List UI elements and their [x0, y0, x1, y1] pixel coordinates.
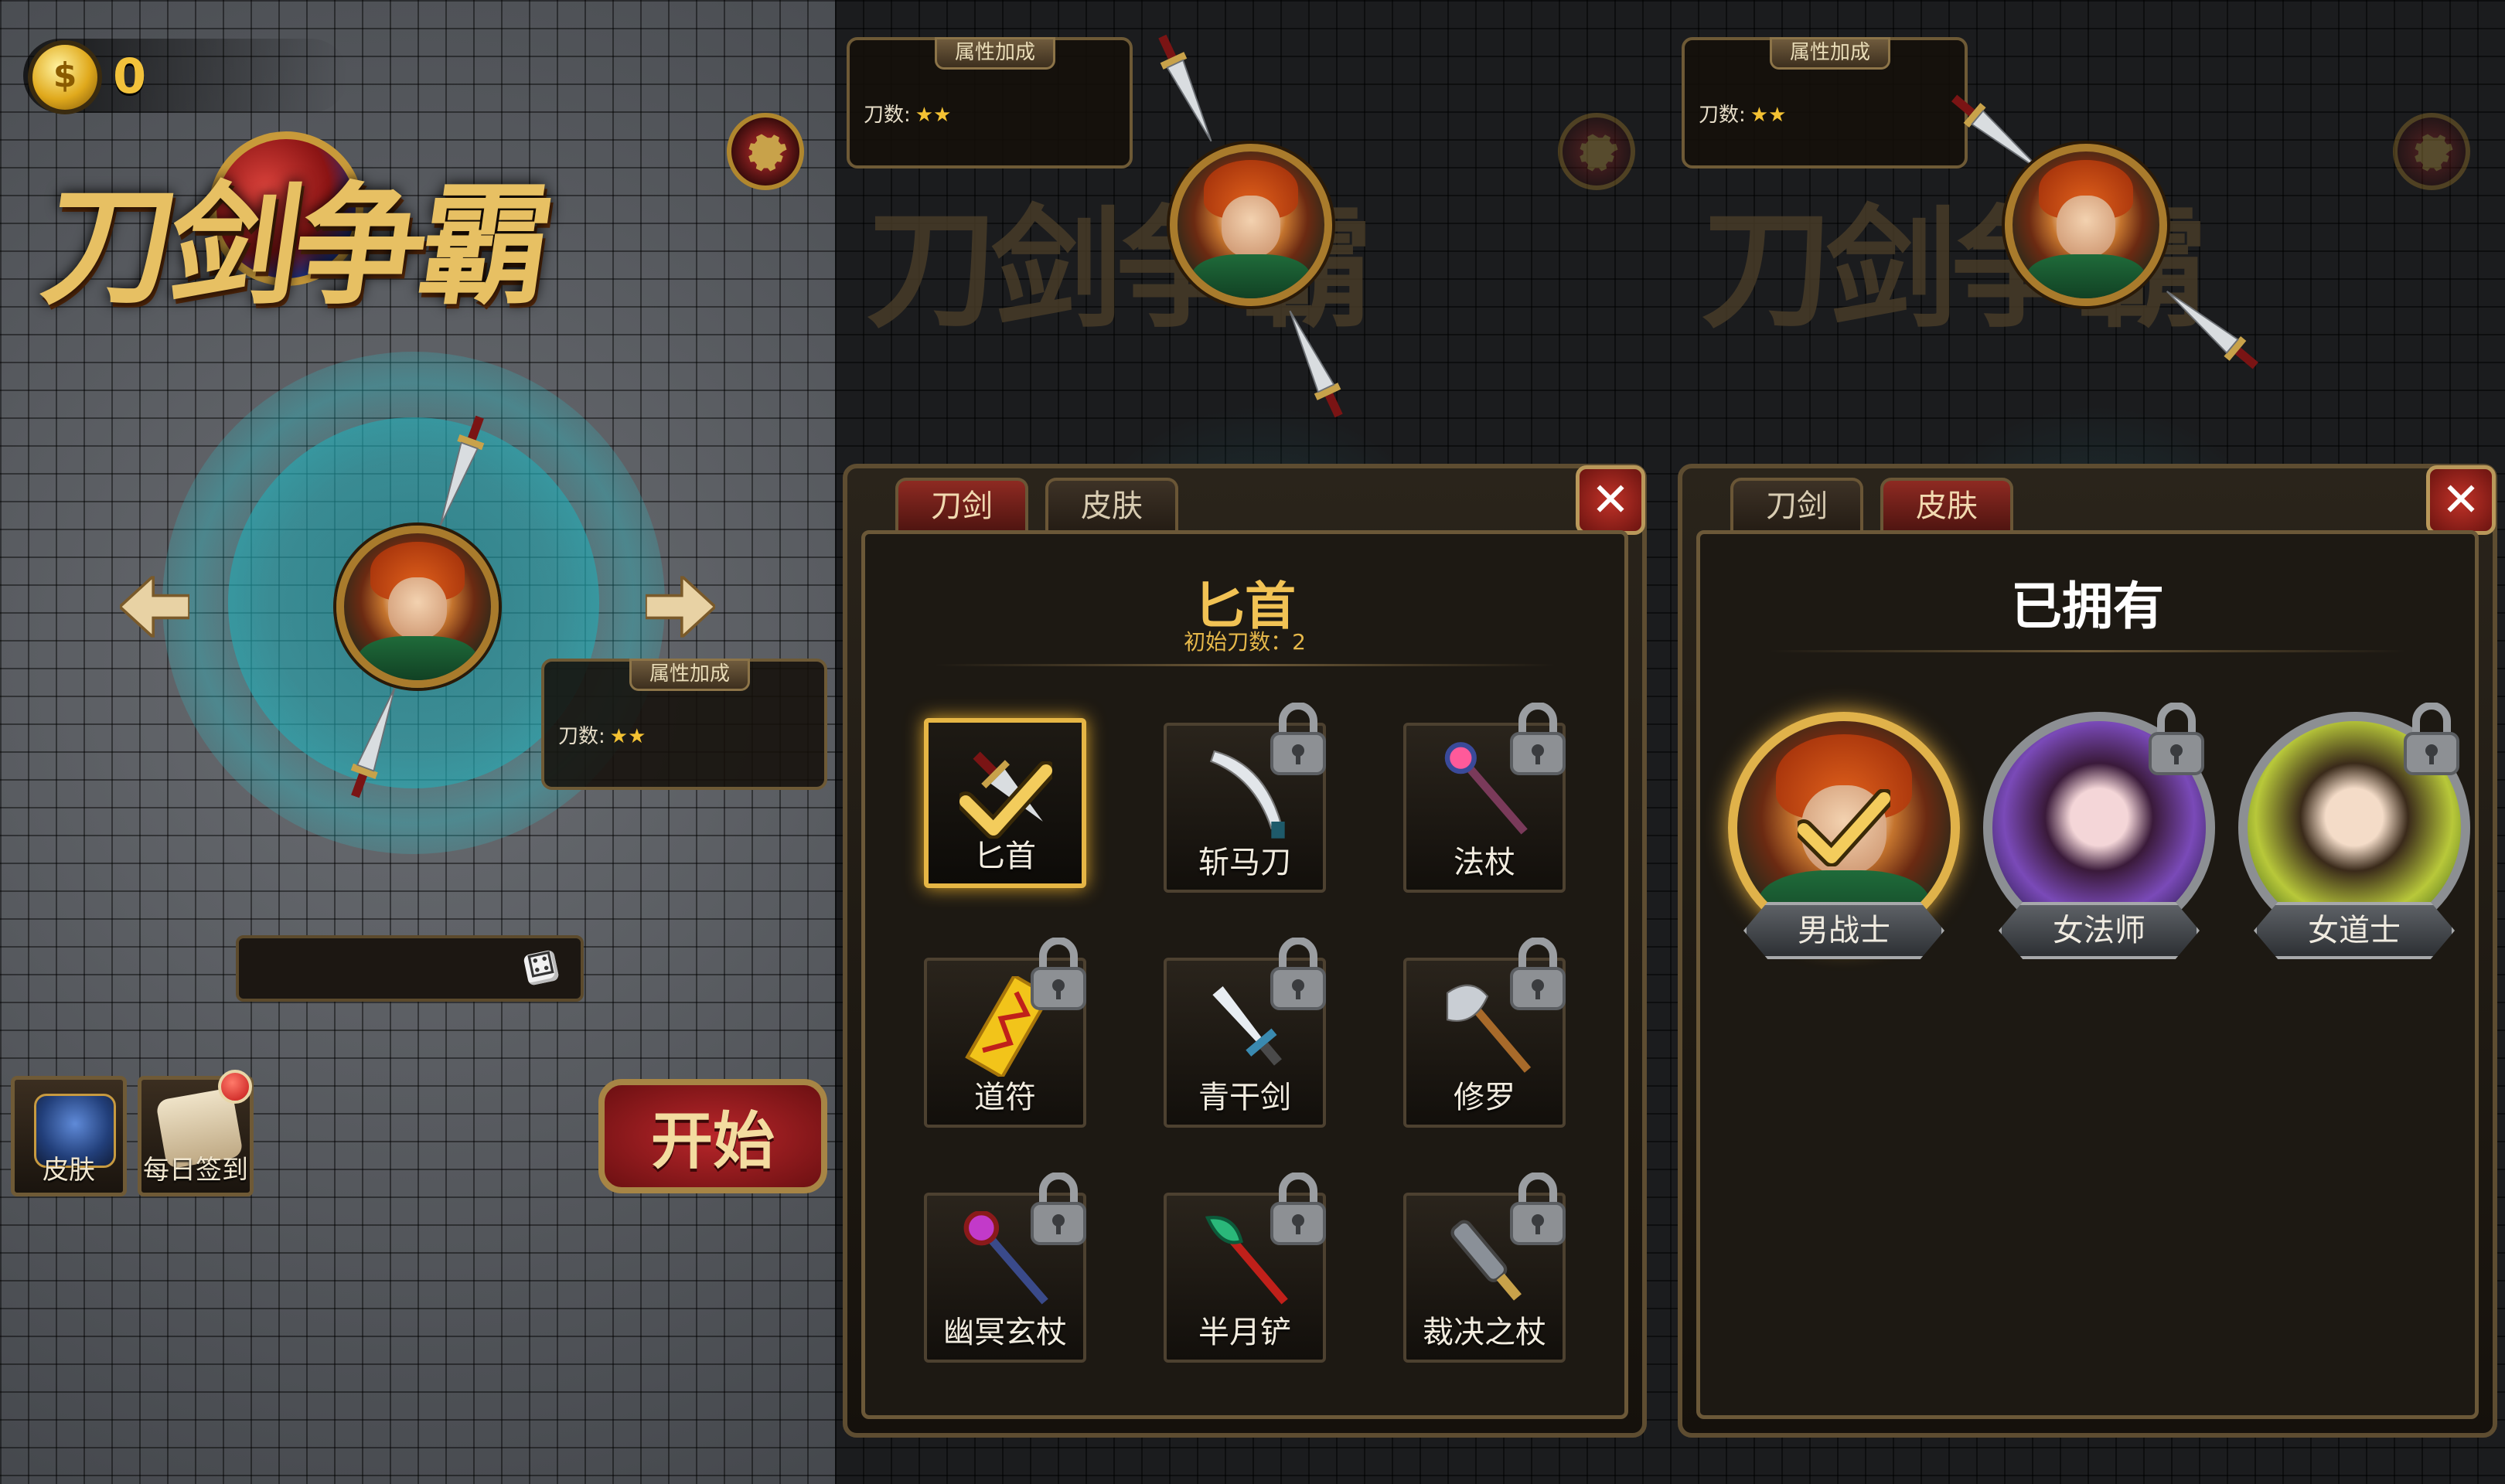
attribute-blade-count: 刀数: ★★ — [558, 720, 646, 749]
main-menu-screen: 0 刀剑争霸 属性加成 刀数:★★ 皮肤 每日签到 — [0, 0, 835, 1484]
skin-male-warrior[interactable]: 男战士 — [1728, 712, 1960, 975]
tab-skins[interactable]: 皮肤 — [1880, 478, 2013, 532]
selected-weapon-subtitle: 初始刀数：2 — [1184, 629, 1306, 655]
weapons-screen: 刀剑争霸 属性加成 刀数: ★★ 刀剑 皮肤 ✕ 匕首 初始刀数：2 匕首 斩马… — [835, 0, 1670, 1484]
blade-count-label: 刀数: — [558, 725, 605, 748]
weapon-item-dagger[interactable]: 匕首 — [924, 718, 1086, 888]
attribute-bonus-title: 属性加成 — [935, 37, 1055, 70]
attribute-blade-count: 刀数: ★★ — [1699, 99, 1786, 128]
weapon-item-label: 斩马刀 — [1198, 845, 1291, 880]
weapons-dialog-body: 匕首 初始刀数：2 匕首 斩马刀 法杖 道符 青干剑 修罗 幽冥玄杖 半月铲 裁… — [861, 530, 1628, 1419]
start-button[interactable]: 开始 — [598, 1079, 827, 1193]
coin-count: 0 — [113, 48, 147, 104]
daily-checkin-label: 每日签到 — [143, 1155, 248, 1186]
skins-dialog-body: 已拥有 男战士 女法师 女道士 — [1696, 530, 2479, 1419]
skin-button-label: 皮肤 — [43, 1155, 95, 1186]
dimmed-settings-button — [1558, 113, 1635, 190]
gear-icon — [742, 128, 789, 175]
weapon-item-label: 修罗 — [1454, 1080, 1515, 1115]
lock-icon — [1267, 703, 1329, 777]
dimmed-settings-button — [2393, 113, 2470, 190]
header-divider — [1770, 650, 2405, 652]
tab-weapons[interactable]: 刀剑 — [895, 478, 1028, 532]
player-avatar — [1170, 144, 1332, 306]
blade-count-stars: ★★ — [609, 725, 646, 748]
weapon-item-label: 道符 — [974, 1080, 1036, 1115]
game-logo: 刀剑争霸 — [33, 168, 557, 323]
attribute-blade-count: 刀数: ★★ — [864, 99, 951, 128]
skin-button[interactable]: 皮肤 — [11, 1076, 127, 1196]
skins-dialog: 刀剑 皮肤 ✕ 已拥有 男战士 女法师 女道士 — [1678, 464, 2497, 1438]
weapons-dialog: 刀剑 皮肤 ✕ 匕首 初始刀数：2 匕首 斩马刀 法杖 道符 青干剑 修罗 幽冥… — [843, 464, 1647, 1438]
blade-count-stars: ★★ — [915, 104, 952, 127]
weapon-item-label: 半月铲 — [1198, 1315, 1291, 1350]
lock-icon — [1507, 1173, 1569, 1247]
selected-check-icon — [1798, 789, 1890, 866]
selected-check-icon — [959, 761, 1052, 839]
weapon-item-scepter[interactable]: 幽冥玄杖 — [924, 1193, 1086, 1363]
blade-count-stars: ★★ — [1750, 104, 1787, 127]
attribute-bonus-title: 属性加成 — [1770, 37, 1890, 70]
lock-icon — [1028, 938, 1089, 1012]
attribute-bonus-panel: 属性加成 刀数: ★★ — [541, 659, 827, 790]
skin-label: 女法师 — [1999, 902, 2200, 959]
close-button[interactable]: ✕ — [2426, 465, 2496, 535]
attribute-bonus-panel: 属性加成 刀数: ★★ — [847, 37, 1133, 168]
skin-female-mage[interactable]: 女法师 — [1983, 712, 2215, 975]
weapon-item-label: 幽冥玄杖 — [943, 1315, 1067, 1350]
lock-icon — [2401, 703, 2462, 777]
attribute-bonus-panel: 属性加成 刀数: ★★ — [1682, 37, 1968, 168]
tab-weapons[interactable]: 刀剑 — [1730, 478, 1863, 532]
lock-icon — [1267, 938, 1329, 1012]
previous-skin-arrow[interactable] — [120, 576, 189, 638]
next-skin-arrow[interactable] — [646, 576, 715, 638]
weapon-item-mace[interactable]: 裁决之杖 — [1403, 1193, 1566, 1363]
attribute-bonus-title: 属性加成 — [629, 659, 750, 691]
orbit-dagger-top — [1148, 30, 1225, 148]
weapon-item-axe[interactable]: 修罗 — [1403, 958, 1566, 1128]
weapon-item-label: 裁决之杖 — [1423, 1315, 1546, 1350]
lock-icon — [1267, 1173, 1329, 1247]
weapon-item-sword[interactable]: 青干剑 — [1164, 958, 1326, 1128]
blade-count-label: 刀数: — [864, 104, 911, 127]
close-button[interactable]: ✕ — [1576, 465, 1645, 535]
blade-count-label: 刀数: — [1699, 104, 1746, 127]
lock-icon — [2145, 703, 2207, 777]
screenshot-stage: 0 刀剑争霸 属性加成 刀数:★★ 皮肤 每日签到 — [0, 0, 2505, 1484]
skin-label: 女道士 — [2254, 902, 2455, 959]
gear-icon — [2408, 128, 2455, 175]
weapon-item-label: 法杖 — [1454, 845, 1515, 880]
weapon-item-label: 青干剑 — [1198, 1080, 1291, 1115]
weapon-item-label: 匕首 — [974, 839, 1036, 874]
weapon-item-talisman[interactable]: 道符 — [924, 958, 1086, 1128]
weapon-item-crescent-spade[interactable]: 半月铲 — [1164, 1193, 1326, 1363]
skins-screen: 刀剑争霸 属性加成 刀数: ★★ 刀剑 皮肤 ✕ 已拥有 男战士 女法师 女道士 — [1670, 0, 2505, 1484]
weapon-item-staff[interactable]: 法杖 — [1403, 723, 1566, 893]
coin-icon — [28, 40, 102, 114]
player-avatar — [2005, 144, 2167, 306]
random-name-dice-icon[interactable] — [523, 949, 560, 986]
owned-title: 已拥有 — [2011, 577, 2164, 636]
notification-badge — [218, 1070, 252, 1104]
skin-label: 男战士 — [1743, 902, 1944, 959]
player-avatar — [336, 526, 499, 688]
gear-icon — [1573, 128, 1620, 175]
lock-icon — [1028, 1173, 1089, 1247]
weapon-item-saber[interactable]: 斩马刀 — [1164, 723, 1326, 893]
lock-icon — [1507, 938, 1569, 1012]
skin-female-taoist[interactable]: 女道士 — [2238, 712, 2470, 975]
lock-icon — [1507, 703, 1569, 777]
tab-skins[interactable]: 皮肤 — [1045, 478, 1178, 532]
header-divider — [935, 664, 1555, 666]
settings-button[interactable] — [727, 113, 804, 190]
